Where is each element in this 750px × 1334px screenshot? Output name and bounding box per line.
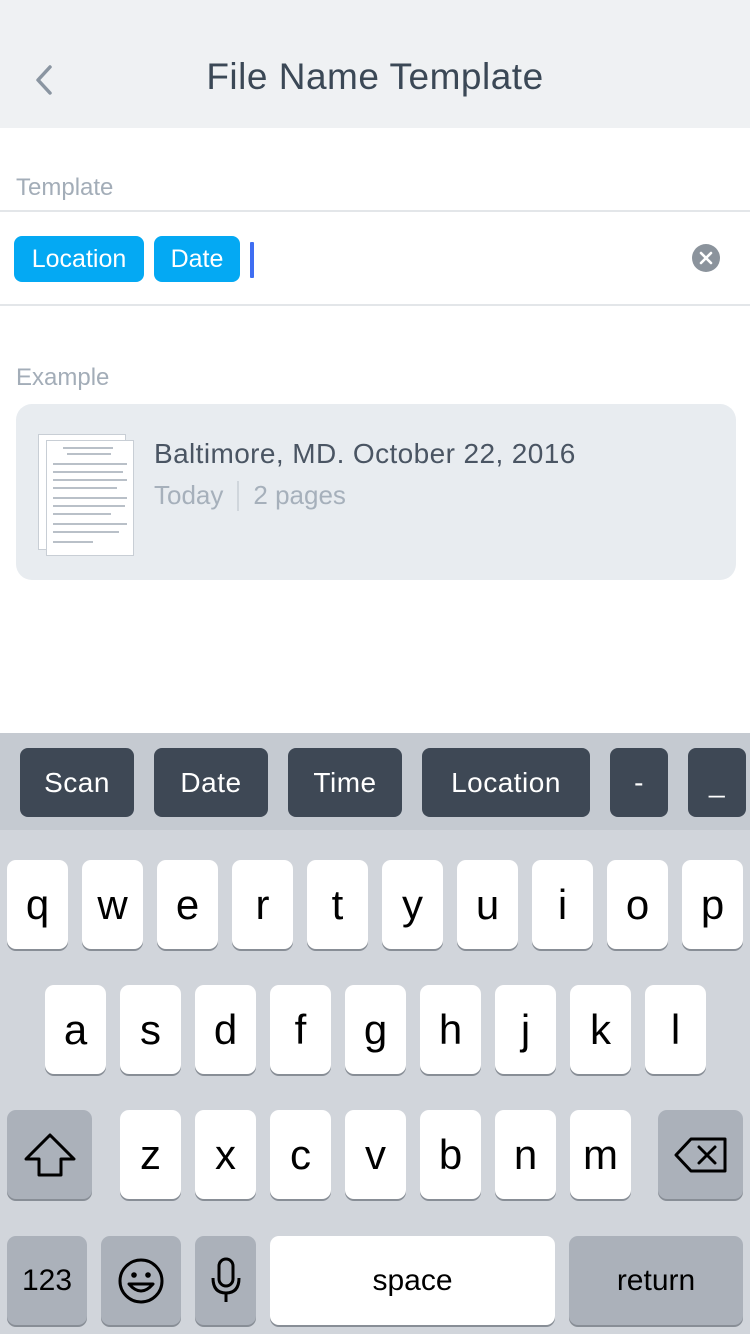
key-l[interactable]: l (645, 985, 706, 1074)
key-t[interactable]: t (307, 860, 368, 949)
key-i[interactable]: i (532, 860, 593, 949)
key-c[interactable]: c (270, 1110, 331, 1199)
space-key[interactable]: space (270, 1236, 555, 1325)
suggestion-hyphen[interactable]: - (610, 748, 668, 817)
key-p[interactable]: p (682, 860, 743, 949)
key-v[interactable]: v (345, 1110, 406, 1199)
key-h[interactable]: h (420, 985, 481, 1074)
example-title: Baltimore, MD. October 22, 2016 (154, 438, 576, 469)
suggestion-location[interactable]: Location (422, 748, 590, 817)
text-cursor (250, 242, 254, 278)
clear-button[interactable] (692, 244, 720, 272)
delete-key[interactable] (658, 1110, 743, 1199)
example-meta: Today 2 pages (154, 480, 346, 511)
key-e[interactable]: e (157, 860, 218, 949)
key-r[interactable]: r (232, 860, 293, 949)
key-k[interactable]: k (570, 985, 631, 1074)
example-pages: 2 pages (253, 480, 346, 510)
key-b[interactable]: b (420, 1110, 481, 1199)
suggestion-date[interactable]: Date (154, 748, 268, 817)
key-u[interactable]: u (457, 860, 518, 949)
key-g[interactable]: g (345, 985, 406, 1074)
key-d[interactable]: d (195, 985, 256, 1074)
key-x[interactable]: x (195, 1110, 256, 1199)
emoji-icon (118, 1258, 164, 1303)
template-input[interactable]: Location Date (0, 212, 750, 304)
key-j[interactable]: j (495, 985, 556, 1074)
keyboard: Scan Date Time Location - _ q w e r t y … (0, 733, 750, 1334)
microphone-icon (211, 1257, 240, 1302)
meta-separator (237, 480, 240, 511)
key-m[interactable]: m (570, 1110, 631, 1199)
example-label: Example (16, 364, 110, 391)
example-card: Baltimore, MD. October 22, 2016 Today 2 … (16, 404, 736, 580)
example-date: Today (154, 480, 224, 510)
token-location[interactable]: Location (14, 236, 144, 282)
key-q[interactable]: q (7, 860, 68, 949)
key-o[interactable]: o (607, 860, 668, 949)
navigation-bar: File Name Template (0, 0, 750, 128)
return-key[interactable]: return (569, 1236, 743, 1325)
numbers-key[interactable]: 123 (7, 1236, 87, 1325)
suggestion-time[interactable]: Time (288, 748, 402, 817)
document-thumbnail (36, 432, 136, 556)
shift-icon (24, 1133, 75, 1176)
suggestion-scan[interactable]: Scan (20, 748, 134, 817)
document-page-front (46, 440, 134, 556)
emoji-key[interactable] (101, 1236, 181, 1325)
token-date[interactable]: Date (154, 236, 240, 282)
key-n[interactable]: n (495, 1110, 556, 1199)
dictation-key[interactable] (195, 1236, 256, 1325)
key-a[interactable]: a (45, 985, 106, 1074)
page-title: File Name Template (206, 56, 544, 97)
clear-circle-icon (699, 251, 713, 265)
key-f[interactable]: f (270, 985, 331, 1074)
template-label: Template (16, 174, 114, 201)
backspace-icon (674, 1137, 726, 1172)
key-w[interactable]: w (82, 860, 143, 949)
divider (0, 304, 750, 306)
key-s[interactable]: s (120, 985, 181, 1074)
token-suggestion-bar: Scan Date Time Location - _ (0, 733, 750, 830)
shift-key[interactable] (7, 1110, 92, 1199)
suggestion-underscore[interactable]: _ (688, 748, 746, 817)
key-y[interactable]: y (382, 860, 443, 949)
key-z[interactable]: z (120, 1110, 181, 1199)
